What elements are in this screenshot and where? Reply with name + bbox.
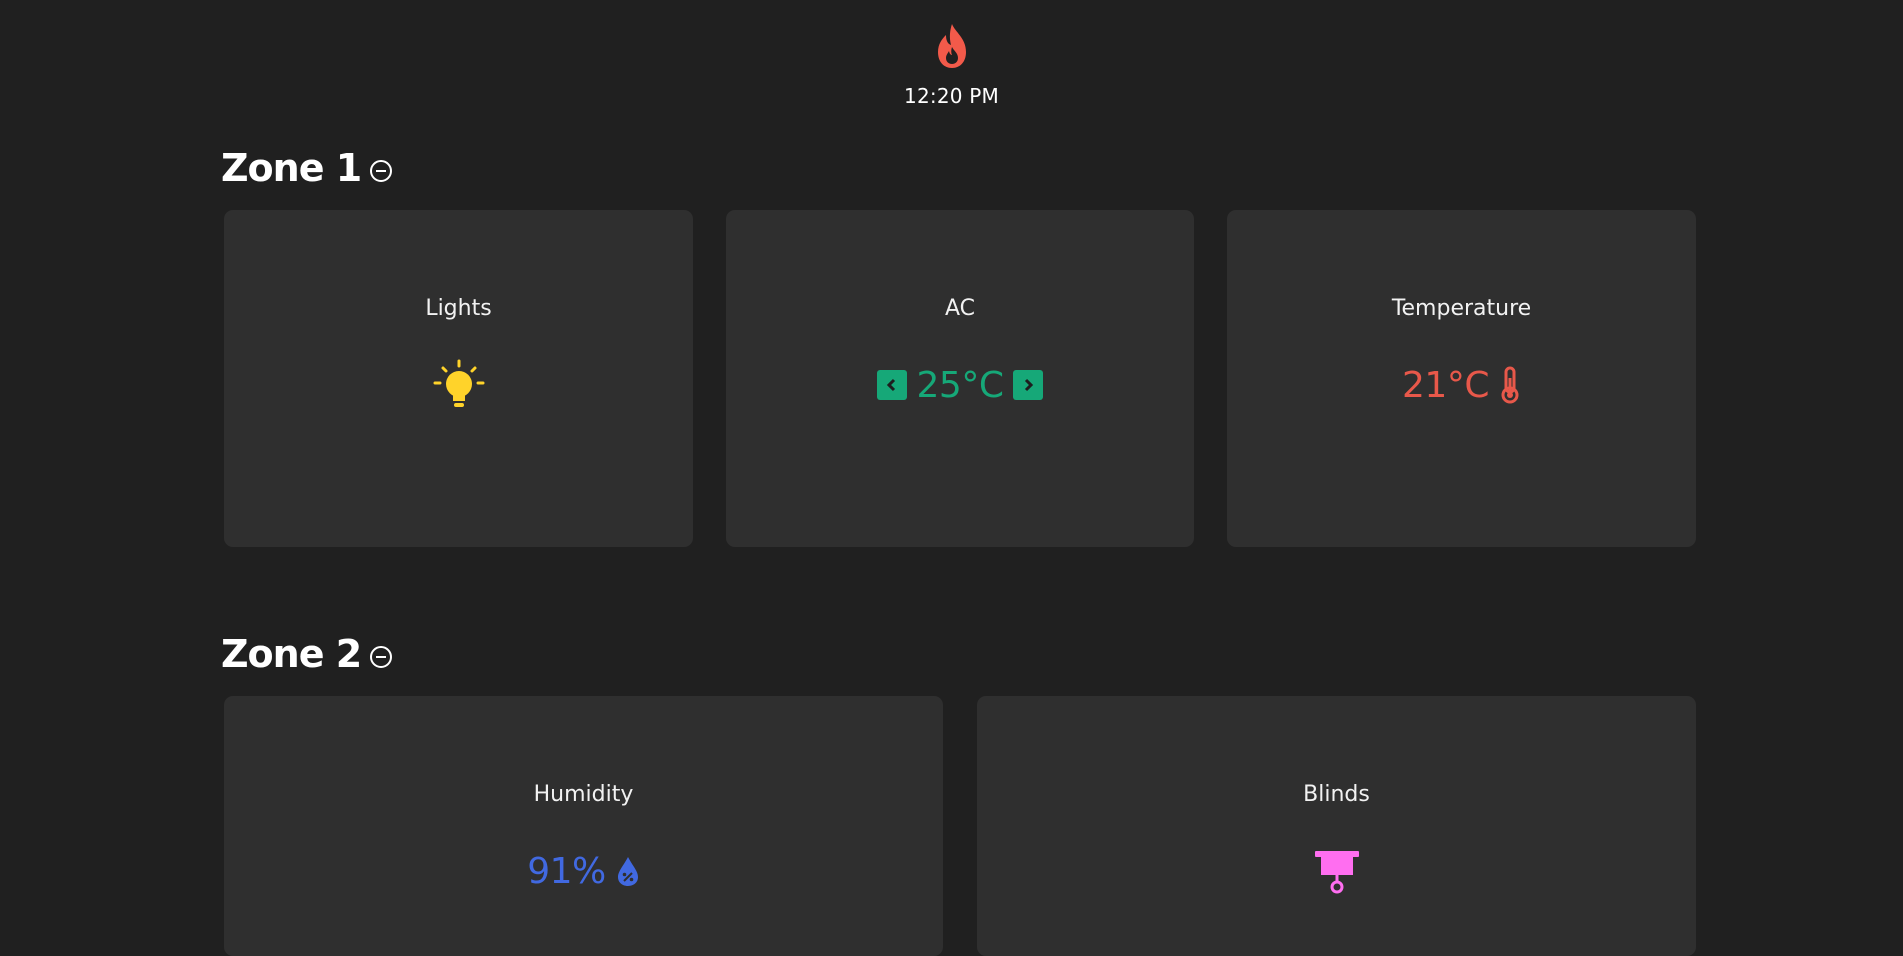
card-label: Blinds <box>1303 782 1370 807</box>
lights-control[interactable] <box>433 359 485 411</box>
card-label: Humidity <box>533 782 634 807</box>
card-label: Temperature <box>1391 296 1532 321</box>
blinds-control[interactable] <box>1314 845 1360 897</box>
humidity-value: 91% <box>527 850 606 892</box>
minus-circle-icon[interactable] <box>369 645 393 669</box>
zone-2-header: Zone 2 <box>221 632 393 676</box>
chevron-right-icon <box>1025 378 1034 392</box>
temperature-readout: 21°C <box>1402 359 1521 411</box>
ac-control: 25°C <box>876 359 1044 411</box>
lights-card[interactable]: Lights <box>224 210 693 547</box>
ac-decrease-button[interactable] <box>876 370 907 400</box>
minus-circle-icon[interactable] <box>369 159 393 183</box>
flame-icon <box>937 24 966 68</box>
ac-increase-button[interactable] <box>1013 370 1044 400</box>
lightbulb-icon[interactable] <box>433 359 485 411</box>
clock-time: 12:20 PM <box>904 84 999 108</box>
ac-setpoint: 25°C <box>916 364 1004 406</box>
card-label: Lights <box>425 296 492 321</box>
blinds-icon[interactable] <box>1314 847 1360 895</box>
ac-card: AC 25°C <box>726 210 1194 547</box>
humidity-card: Humidity 91% <box>224 696 943 956</box>
temperature-value: 21°C <box>1402 364 1489 406</box>
humidity-readout: 91% <box>527 845 640 897</box>
card-label: AC <box>944 296 976 321</box>
zone-2-title: Zone 2 <box>221 632 362 676</box>
water-drop-percent-icon <box>617 857 638 886</box>
zone-1-header: Zone 1 <box>221 146 393 190</box>
blinds-card[interactable]: Blinds <box>977 696 1696 956</box>
chevron-left-icon <box>886 378 895 392</box>
temperature-card: Temperature 21°C <box>1227 210 1696 547</box>
zone-1-title: Zone 1 <box>221 146 362 190</box>
header: 12:20 PM <box>0 0 1903 140</box>
thermometer-icon <box>1501 366 1519 404</box>
